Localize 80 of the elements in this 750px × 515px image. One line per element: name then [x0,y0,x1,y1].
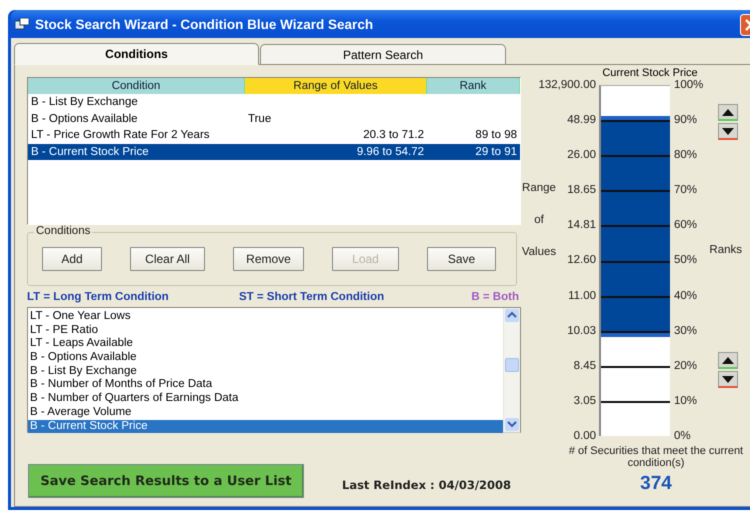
legend-text: B = Both [471,291,519,303]
value-label: 26.00 [567,149,596,162]
down-arrow-button[interactable] [718,123,738,140]
group-title: Conditions [34,225,92,237]
scroll-down-icon[interactable] [504,417,520,432]
column-header[interactable]: Rank [427,78,520,94]
legend-text: LT = Long Term Condition [27,291,169,303]
table-cell: B - Current Stock Price [31,146,149,158]
down-triangle-icon [722,376,734,382]
table-cell: B - List By Exchange [31,96,138,108]
value-label: 48.99 [567,114,596,126]
rank-label: 90% [674,114,698,126]
app-icon [15,18,29,30]
table-cell: 9.96 to 54.72 [356,146,424,158]
table-row[interactable]: LT - Price Growth Rate For 2 Years 20.3 to 71.2 89 to 98 [28,127,520,144]
scrollbar[interactable] [503,308,520,432]
list-item[interactable]: B - Options Available [28,351,503,365]
value-label: 3.05 [574,394,596,407]
rank-label: 80% [674,149,698,162]
list-item[interactable]: LT - Leaps Available [28,337,503,352]
table-cell: 89 to 98 [475,129,517,141]
down-arrow-button[interactable] [718,371,738,388]
rank-label: 10% [674,394,698,407]
table-row[interactable]: B - Current Stock Price 9.96 to 54.72 29 to 91 [28,144,520,160]
legend-text: ST = Short Term Condition [239,291,384,303]
tab[interactable]: Conditions [14,43,259,65]
action-button[interactable]: Remove [233,247,304,271]
value-label: 14.81 [567,219,596,232]
up-triangle-icon [722,108,734,116]
value-label: 132,900.00 [538,79,596,91]
down-triangle-icon [722,128,734,134]
rank-label: 70% [674,184,698,196]
rank-label: 0% [674,430,692,442]
table-row[interactable]: B - Options Available True [28,110,520,127]
rank-label: 100% [674,79,704,91]
value-label: 8.45 [574,360,596,372]
rank-label: 40% [674,290,698,302]
chart-title: Current Stock Price [601,68,699,79]
list-item[interactable]: B - Number of Months of Price Data [28,378,503,392]
list-item[interactable]: B - Current Stock Price [28,420,503,434]
rank-label: 60% [674,219,698,232]
upper-range-handle[interactable] [601,116,670,120]
action-button[interactable]: Add [42,247,102,271]
axis-title: Range of Values [521,181,557,260]
tab[interactable]: Pattern Search [260,44,506,64]
column-header[interactable]: Range of Values [245,78,427,94]
up-triangle-icon [722,356,734,364]
up-arrow-button[interactable] [718,352,738,369]
table-row[interactable]: B - List By Exchange [28,94,520,110]
lower-range-handle[interactable] [601,333,670,338]
scroll-up-icon[interactable] [504,308,520,323]
last-reindex-text: Last ReIndex : 04/03/2008 [342,478,512,492]
list-item[interactable]: LT - One Year Lows [28,310,503,324]
value-label: 10.03 [567,324,596,337]
rank-label: 50% [674,254,698,266]
count-caption: # of Securities that meet the current condition(s) [568,445,744,469]
action-button[interactable]: Save [427,247,496,271]
list-item[interactable]: LT - PE Ratio [28,324,503,338]
list-item[interactable]: B - Number of Quarters of Earnings Data [28,392,503,406]
scroll-thumb[interactable] [505,358,519,372]
window-title: Stock Search Wizard - Condition Blue Wizard Search [35,16,374,32]
value-label: 0.00 [574,430,596,442]
table-cell: 29 to 91 [475,146,517,158]
up-arrow-button[interactable] [718,104,738,121]
table-cell: 20.3 to 71.2 [363,129,424,141]
axis-title: Ranks [709,244,742,256]
table-cell: LT - Price Growth Rate For 2 Years [31,129,210,141]
list-item[interactable]: B - Average Volume [28,406,503,420]
action-button[interactable]: Clear All [130,247,205,271]
save-results-button[interactable]: Save Search Results to a User List [28,464,304,498]
list-item[interactable]: B - List By Exchange [28,364,503,378]
value-label: 18.65 [567,184,596,196]
table-cell: True [248,112,272,124]
rank-label: 30% [674,324,698,337]
table-cell: B - Options Available [31,112,138,124]
rank-label: 20% [674,360,698,372]
value-label: 12.60 [567,254,596,266]
value-label: 11.00 [568,290,596,302]
result-count: 374 [639,473,673,495]
column-header[interactable]: Condition [28,78,245,94]
